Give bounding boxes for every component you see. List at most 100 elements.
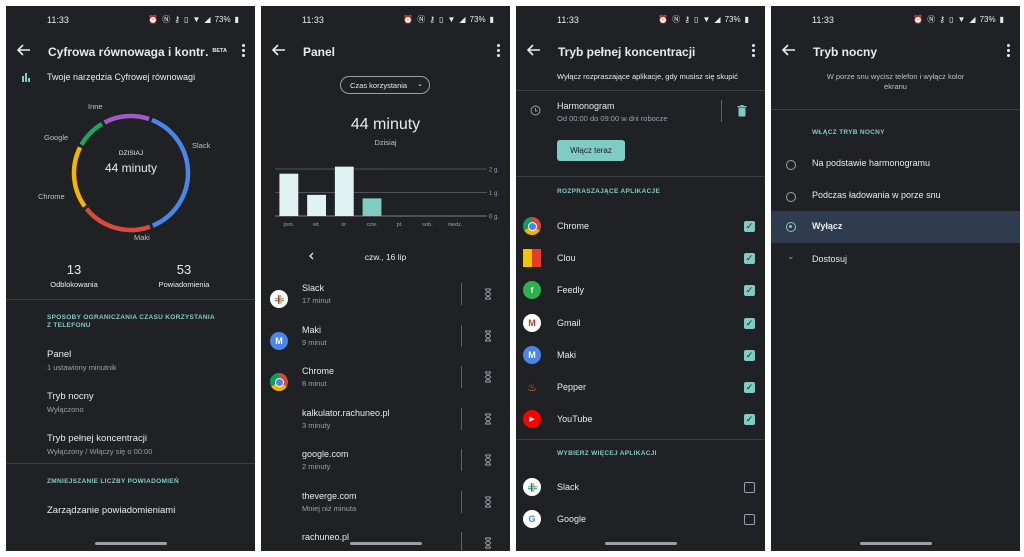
- distracting-app-row[interactable]: Chrome ✓: [516, 211, 765, 243]
- tools-header: Twoje narzędzia Cyfrowej równowagi: [47, 72, 196, 82]
- hourglass-icon[interactable]: [484, 288, 492, 300]
- app-name: Slack: [557, 482, 580, 492]
- donut-segment-maki[interactable]: [84, 207, 151, 233]
- more-options-icon[interactable]: [750, 44, 756, 58]
- app-usage-row[interactable]: theverge.com Mniej niż minuta: [261, 487, 510, 527]
- separator: [461, 283, 462, 305]
- app-usage-row[interactable]: Slack 17 minut: [261, 279, 510, 319]
- battery-level: 73%: [214, 15, 231, 24]
- checkbox-checked[interactable]: ✓: [744, 414, 755, 426]
- x-tick-label[interactable]: czw.: [367, 222, 378, 228]
- app-usage-row[interactable]: rachuneo.pl: [261, 528, 510, 551]
- schedule-title: Harmonogram: [557, 101, 615, 111]
- distracting-app-row[interactable]: Clou ✓: [516, 243, 765, 275]
- gesture-bar[interactable]: [604, 542, 677, 545]
- back-arrow-icon[interactable]: [16, 42, 32, 58]
- back-arrow-icon[interactable]: [781, 42, 797, 58]
- battery-level: 73%: [469, 15, 486, 24]
- checkbox-checked[interactable]: ✓: [744, 382, 755, 393]
- gesture-bar[interactable]: [859, 542, 932, 545]
- app-usage-row[interactable]: M Maki 9 minut: [261, 321, 510, 361]
- checkbox-checked[interactable]: ✓: [744, 317, 755, 329]
- x-tick-label[interactable]: niedz.: [448, 222, 463, 228]
- distracting-app-row[interactable]: M Gmail ✓: [516, 308, 765, 340]
- maki-icon: M: [523, 345, 541, 364]
- wifi-icon: ▼: [447, 15, 456, 24]
- metric-dropdown[interactable]: Czas korzystania ⌄: [340, 76, 430, 94]
- more-app-row[interactable]: G Google: [516, 504, 765, 536]
- focus-description: Wyłącz rozpraszające aplikacje, gdy musi…: [557, 72, 738, 81]
- customize-item[interactable]: ⌄ Dostosuj: [771, 244, 1020, 276]
- more-options-icon[interactable]: [240, 44, 246, 58]
- checkbox-checked[interactable]: ✓: [744, 253, 755, 265]
- hourglass-icon[interactable]: [484, 496, 492, 508]
- vibrate-icon: ▯: [694, 15, 699, 24]
- settings-item-night-mode[interactable]: Tryb nocny Wyłączono: [6, 386, 255, 426]
- settings-item-panel[interactable]: Panel 1 ustawiony minutnik: [6, 344, 255, 384]
- divider: [516, 176, 765, 177]
- back-arrow-icon[interactable]: [526, 42, 542, 58]
- back-arrow-icon[interactable]: [271, 42, 287, 58]
- distracting-app-row[interactable]: ▶ YouTube ✓: [516, 404, 765, 436]
- x-tick-label[interactable]: pt.: [397, 222, 404, 228]
- app-usage-row[interactable]: google.com 2 minuty: [261, 445, 510, 485]
- donut-segment-inne[interactable]: [103, 113, 150, 125]
- x-tick-label[interactable]: śr.: [341, 222, 347, 228]
- donut-segment-google[interactable]: [79, 121, 104, 146]
- bar-czw[interactable]: [362, 198, 382, 216]
- enable-now-button[interactable]: Włącz teraz: [557, 140, 625, 161]
- radio-button[interactable]: [786, 192, 796, 202]
- maki-icon: M: [270, 331, 288, 350]
- distracting-app-row[interactable]: ♨ Pepper ✓: [516, 372, 765, 404]
- radio-button-selected[interactable]: [786, 222, 796, 232]
- app-name: Chrome: [302, 366, 335, 376]
- bar-pon[interactable]: [279, 173, 299, 216]
- weekly-usage-chart[interactable]: 0 g. 1 g. 2 g. pon. wt. śr. czw. pt. sob. niedz.: [269, 159, 507, 234]
- distracting-app-row[interactable]: M Maki ✓: [516, 340, 765, 372]
- nfc-icon: Ⓝ: [417, 15, 426, 24]
- option-charging[interactable]: Podczas ładowania w porze snu: [771, 181, 1020, 213]
- page-title: Tryb nocny: [813, 45, 878, 59]
- dropdown-label: Czas korzystania: [350, 81, 408, 90]
- option-label: Podczas ładowania w porze snu: [812, 190, 941, 200]
- bar-wt[interactable]: [307, 194, 326, 216]
- settings-item-manage-notifications[interactable]: Zarządzanie powiadomieniami: [6, 499, 255, 539]
- nfc-icon: Ⓝ: [672, 15, 681, 24]
- radio-button[interactable]: [786, 160, 796, 170]
- gesture-bar[interactable]: [349, 542, 422, 545]
- bar-śr[interactable]: [334, 166, 354, 216]
- more-options-icon[interactable]: [495, 44, 501, 58]
- checkbox-checked[interactable]: ✓: [744, 349, 755, 361]
- hourglass-icon[interactable]: [484, 537, 492, 549]
- checkbox-checked[interactable]: ✓: [744, 221, 755, 232]
- x-tick-label[interactable]: sob.: [422, 222, 433, 228]
- alarm-icon: ⏰: [913, 15, 924, 24]
- screen-night-mode: 11:33 ⏰ Ⓝ ⚷ ▯ ▼ ◢ 73% ▮ Tryb nocny W por…: [771, 6, 1020, 551]
- checkbox[interactable]: [744, 514, 755, 526]
- alarm-icon: ⏰: [658, 15, 669, 24]
- checkbox-checked[interactable]: ✓: [744, 285, 755, 297]
- app-usage-row[interactable]: Chrome 8 minut: [261, 362, 510, 402]
- trash-icon[interactable]: [737, 105, 747, 117]
- app-time: 9 minut: [302, 337, 327, 347]
- section-limits-line2: Z TELEFONU: [47, 322, 91, 329]
- vibrate-icon: ▯: [949, 15, 954, 24]
- hourglass-icon[interactable]: [484, 413, 492, 425]
- checkbox[interactable]: [744, 482, 755, 493]
- schedule-item[interactable]: Harmonogram Od 00:00 do 09:00 w dni robo…: [516, 98, 725, 138]
- more-app-row[interactable]: Slack: [516, 472, 765, 504]
- gesture-bar[interactable]: [94, 542, 167, 545]
- more-options-icon[interactable]: [1005, 44, 1011, 58]
- hourglass-icon[interactable]: [484, 371, 492, 383]
- x-tick-label[interactable]: pon.: [283, 222, 294, 228]
- chevron-down-icon: ⌄: [417, 81, 423, 88]
- distracting-app-row[interactable]: f Feedly ✓: [516, 275, 765, 307]
- option-schedule[interactable]: Na podstawie harmonogramu: [771, 149, 1020, 181]
- hourglass-icon[interactable]: [484, 454, 492, 466]
- x-tick-label[interactable]: wt.: [312, 222, 321, 228]
- settings-item-focus-mode[interactable]: Tryb pełnej koncentracji Wyłączony / Włą…: [6, 428, 255, 468]
- app-usage-row[interactable]: kalkulator.rachuneo.pl 3 minuty: [261, 404, 510, 444]
- y-tick-label: 2 g.: [489, 168, 499, 174]
- hourglass-icon[interactable]: [484, 330, 492, 342]
- option-off[interactable]: Wyłącz: [771, 211, 1020, 243]
